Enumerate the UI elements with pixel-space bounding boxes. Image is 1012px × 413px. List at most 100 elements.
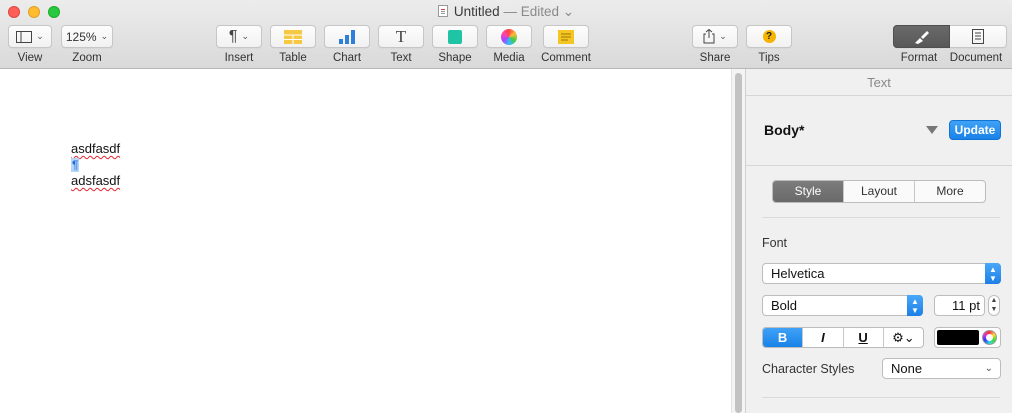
advanced-options-gear-button[interactable]: ⚙︎⌄ — [882, 328, 923, 347]
shape-label: Shape — [438, 52, 472, 64]
chevron-down-icon: ⌄ — [719, 31, 727, 41]
font-size-value: 11 pt — [952, 298, 980, 313]
media-button[interactable] — [486, 25, 532, 48]
chart-button[interactable] — [324, 25, 370, 48]
typeface-popup[interactable]: Bold ▲ ▼ — [762, 295, 923, 316]
document-label: Document — [949, 52, 1003, 64]
text-icon: T — [395, 26, 407, 46]
paintbrush-icon — [914, 31, 929, 44]
comment-icon — [558, 29, 574, 44]
photos-icon — [501, 28, 517, 45]
font-family-popup[interactable]: Helvetica ▲ ▼ — [762, 263, 1001, 284]
window-title[interactable]: Untitled — Edited ⌄ — [0, 4, 1012, 20]
comment-group: Comment — [541, 25, 591, 64]
comment-button[interactable] — [543, 25, 589, 48]
text-color-well[interactable] — [934, 327, 1001, 348]
paragraph-style-name[interactable]: Body* — [764, 122, 804, 138]
update-style-button[interactable]: Update — [949, 120, 1001, 140]
font-size-field[interactable]: 11 pt — [934, 295, 985, 316]
zoom-group: 125% ⌄ Zoom — [61, 25, 113, 64]
insert-label: Insert — [224, 52, 254, 64]
document-name: Untitled — [453, 4, 500, 19]
underline-button[interactable]: U — [842, 328, 883, 347]
bold-button[interactable]: B — [763, 328, 803, 347]
share-button[interactable]: ⌄ — [692, 25, 738, 48]
table-button[interactable] — [270, 25, 316, 48]
help-icon: ? — [762, 30, 776, 43]
comment-label: Comment — [541, 52, 591, 64]
font-style-buttons: B I U ⚙︎⌄ — [762, 327, 924, 348]
font-family-value: Helvetica — [771, 266, 825, 281]
format-label: Format — [900, 52, 938, 64]
inspector-segmented-control — [893, 25, 1007, 48]
table-group: Table — [270, 25, 316, 64]
character-styles-value: None — [891, 361, 923, 376]
font-section-label: Font — [762, 236, 788, 250]
document-line-3[interactable]: adsfasdf — [71, 173, 120, 188]
inspector-toggle-group: Format Document — [893, 25, 1007, 64]
inspector-tabs: Style Layout More — [772, 180, 986, 203]
edited-status: — Edited — [503, 4, 559, 19]
view-button[interactable]: ⌄ — [8, 25, 52, 48]
tab-style[interactable]: Style — [773, 181, 843, 202]
chevron-down-icon: ⌄ — [241, 31, 250, 41]
chart-label: Chart — [332, 52, 362, 64]
tab-layout[interactable]: Layout — [843, 181, 914, 202]
inspector-header: Text — [746, 69, 1012, 96]
scrollbar-thumb[interactable] — [735, 73, 742, 413]
zoom-popup[interactable]: 125% ⌄ — [61, 25, 113, 48]
document-canvas[interactable]: asdfasdf ¶ adsfasdf — [0, 69, 731, 413]
share-icon — [703, 29, 715, 44]
font-size-stepper[interactable]: ▲ ▼ — [988, 295, 1000, 316]
document-line-2[interactable]: ¶ — [71, 157, 80, 172]
chevron-down-icon: ⌄ — [36, 31, 44, 41]
share-label: Share — [699, 52, 731, 64]
format-button[interactable] — [893, 25, 950, 48]
tab-more[interactable]: More — [914, 181, 985, 202]
paragraph-style-disclosure-icon[interactable] — [926, 126, 938, 134]
media-label: Media — [493, 52, 525, 64]
tips-label: Tips — [758, 52, 780, 64]
zoom-label: Zoom — [72, 52, 102, 64]
text-color-swatch[interactable] — [937, 330, 979, 345]
insert-button[interactable]: ¶ ⌄ — [216, 25, 262, 48]
chevron-down-icon: ⌄ — [984, 363, 993, 374]
view-group: ⌄ View — [8, 25, 52, 64]
popup-arrows-icon: ▲ ▼ — [907, 295, 923, 316]
document-button[interactable] — [950, 25, 1007, 48]
table-icon — [284, 29, 302, 44]
share-group: ⌄ Share — [692, 25, 738, 64]
typeface-value: Bold — [771, 298, 798, 313]
color-wheel-icon[interactable] — [982, 330, 997, 345]
chevron-down-icon: ⌄ — [100, 31, 109, 41]
document-icon — [972, 29, 984, 44]
tips-group: ? Tips — [746, 25, 792, 64]
paragraph-style-row: Body* Update — [746, 96, 1012, 166]
text-label: Text — [390, 52, 412, 64]
text-group: T Text — [378, 25, 424, 64]
vertical-scrollbar[interactable] — [731, 69, 745, 413]
character-styles-label: Character Styles — [762, 362, 855, 376]
insert-group: ¶ ⌄ Insert — [216, 25, 262, 64]
title-chevron-icon: ⌄ — [562, 4, 575, 19]
section-divider — [762, 217, 1000, 218]
character-styles-popup[interactable]: None ⌄ — [882, 358, 1001, 379]
italic-button[interactable]: I — [802, 328, 842, 347]
toolbar: Untitled — Edited ⌄ ⌄ View 125% ⌄ Zoom ¶… — [0, 0, 1012, 69]
pilcrow-icon: ¶ — [228, 27, 238, 45]
text-box-button[interactable]: T — [378, 25, 424, 48]
sidebar-icon — [16, 30, 33, 43]
section-divider — [762, 397, 1000, 398]
gear-icon: ⚙︎⌄ — [892, 330, 915, 345]
zoom-value: 125% — [65, 29, 97, 44]
document-line-1[interactable]: asdfasdf — [71, 141, 120, 156]
shape-button[interactable] — [432, 25, 478, 48]
tips-button[interactable]: ? — [746, 25, 792, 48]
media-group: Media — [486, 25, 532, 64]
chart-icon — [339, 29, 355, 44]
table-label: Table — [279, 52, 307, 64]
chart-group: Chart — [324, 25, 370, 64]
shape-group: Shape — [432, 25, 478, 64]
selected-paragraph-mark[interactable]: ¶ — [71, 158, 80, 172]
format-inspector: Text Body* Update Style Layout More Font… — [745, 69, 1012, 413]
